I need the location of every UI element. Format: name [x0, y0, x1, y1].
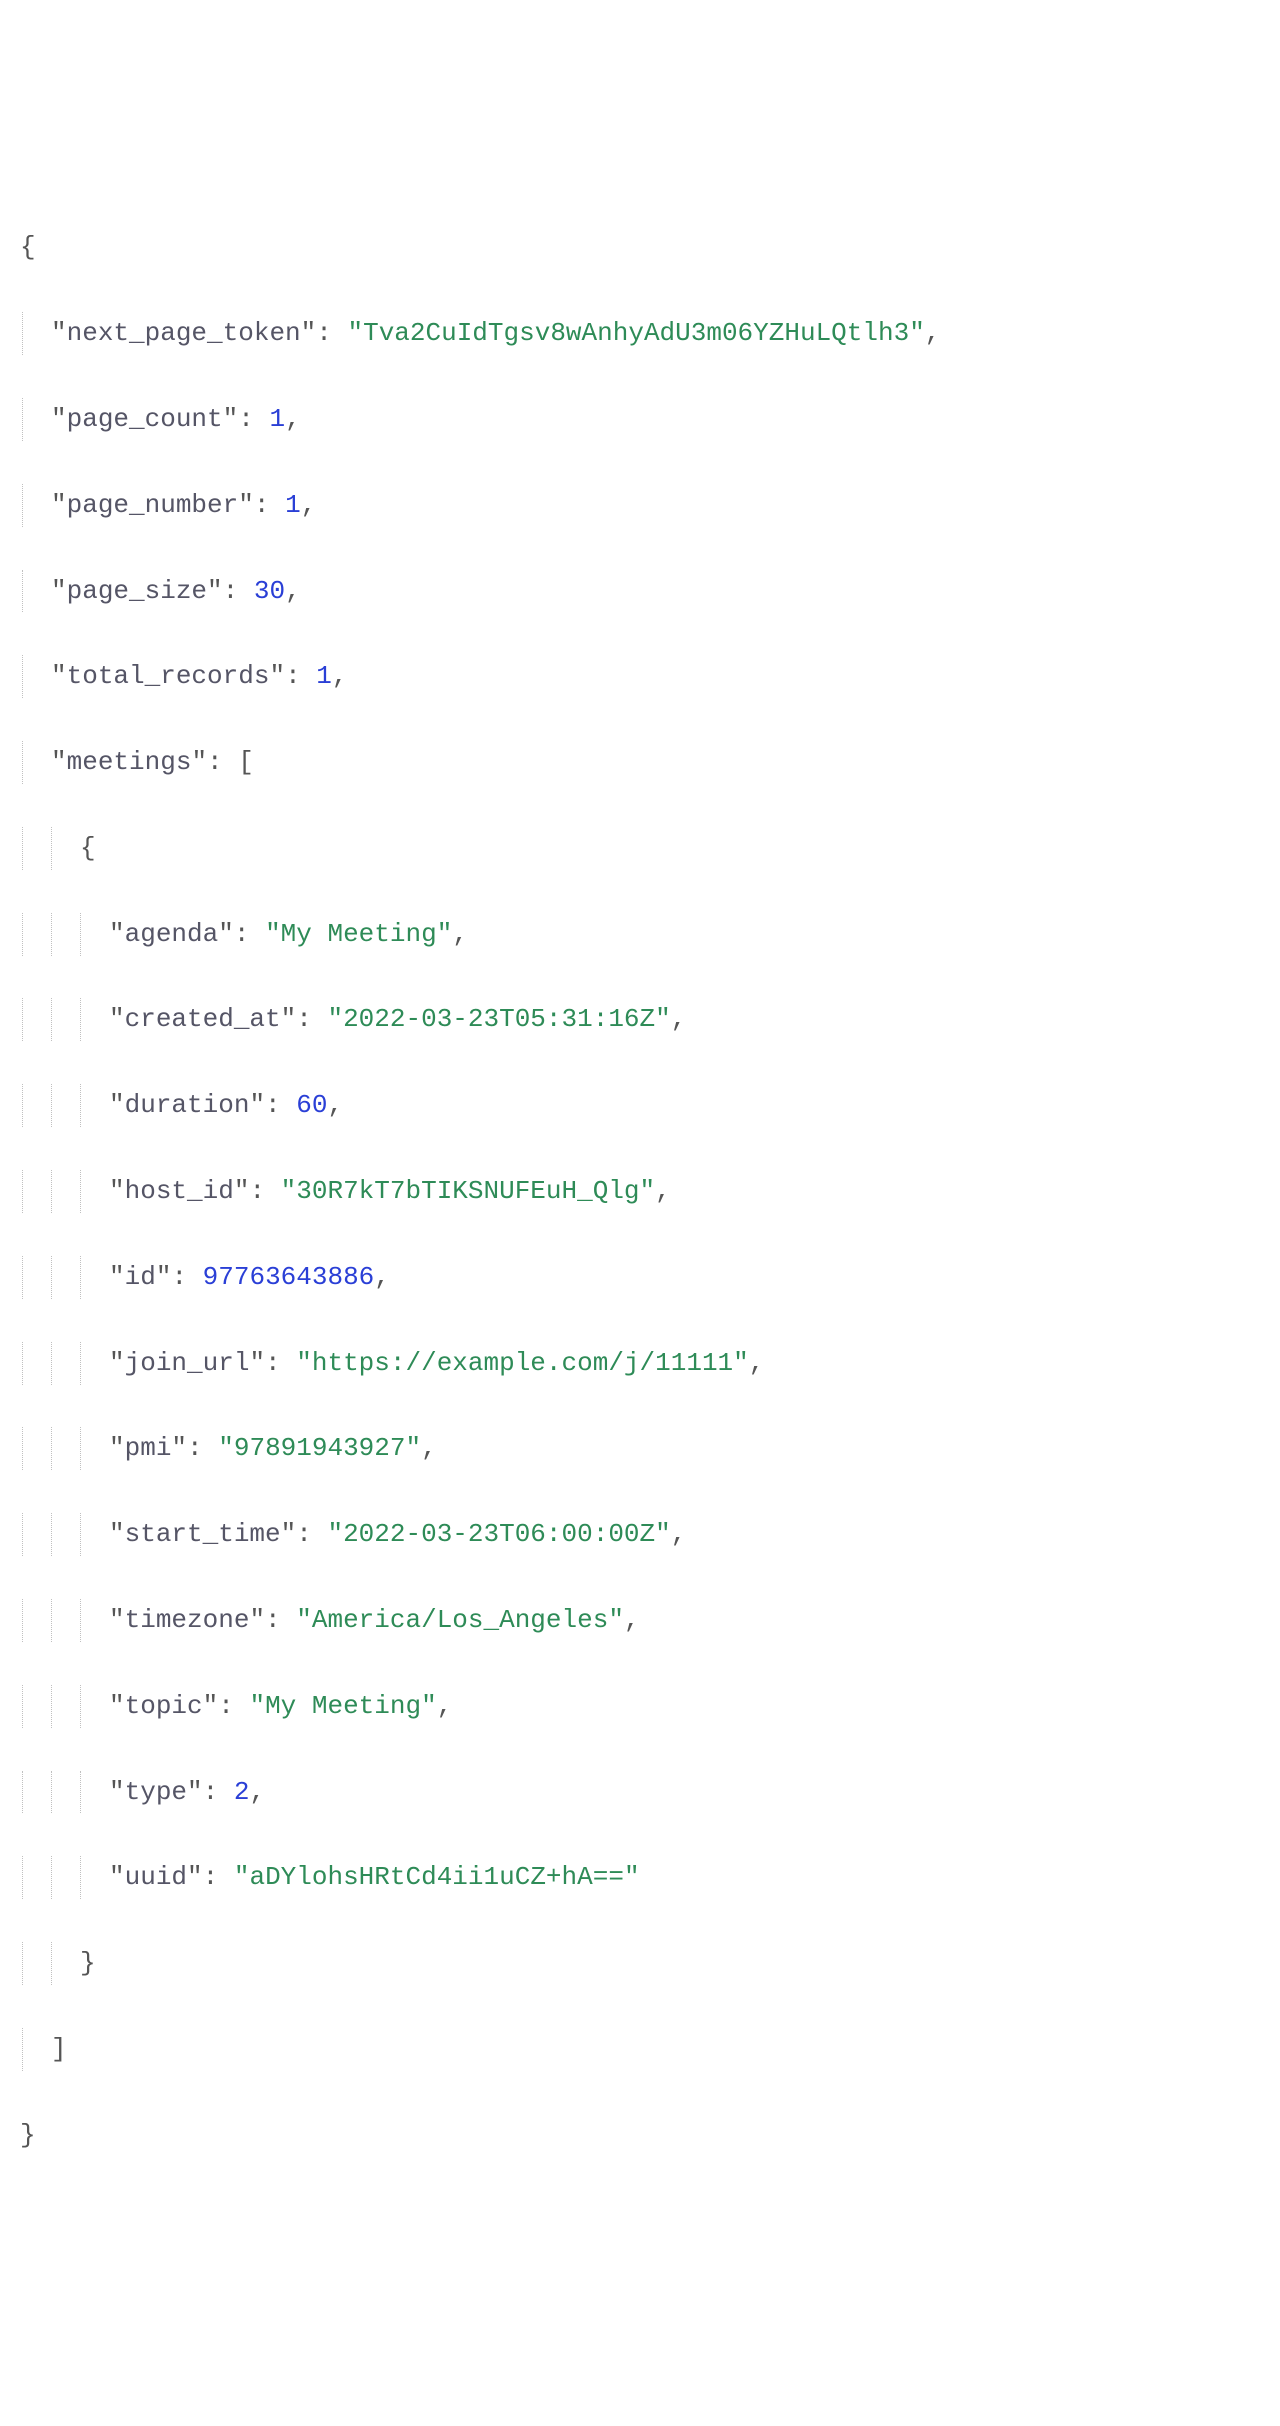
line-meetings-close: ] [20, 2028, 1260, 2071]
line-duration: "duration": 60, [20, 1084, 1260, 1127]
line-meeting-open: { [20, 827, 1260, 870]
json-code-block: { "next_page_token": "Tva2CuIdTgsv8wAnhy… [20, 184, 1260, 2200]
value-page-count: 1 [269, 404, 285, 434]
value-uuid: aDYlohsHRtCd4ii1uCZ+hA== [249, 1862, 623, 1892]
line-timezone: "timezone": "America/Los_Angeles", [20, 1599, 1260, 1642]
open-brace: { [20, 232, 36, 262]
value-host-id: 30R7kT7bTIKSNUFEuH_Qlg [296, 1176, 639, 1206]
line-total-records: "total_records": 1, [20, 655, 1260, 698]
value-created-at: 2022-03-23T05:31:16Z [343, 1004, 655, 1034]
value-id: 97763643886 [203, 1262, 375, 1292]
close-brace: } [20, 2120, 36, 2150]
line-meetings-key: "meetings": [ [20, 741, 1260, 784]
value-page-number: 1 [285, 490, 301, 520]
line-topic: "topic": "My Meeting", [20, 1685, 1260, 1728]
line-uuid: "uuid": "aDYlohsHRtCd4ii1uCZ+hA==" [20, 1856, 1260, 1899]
line-page-count: "page_count": 1, [20, 398, 1260, 441]
line-id: "id": 97763643886, [20, 1256, 1260, 1299]
value-next-page-token: Tva2CuIdTgsv8wAnhyAdU3m06YZHuLQtlh3 [363, 318, 909, 348]
line-close-root: } [20, 2114, 1260, 2157]
value-topic: My Meeting [265, 1691, 421, 1721]
line-host-id: "host_id": "30R7kT7bTIKSNUFEuH_Qlg", [20, 1170, 1260, 1213]
value-join-url: https://example.com/j/11111 [312, 1348, 733, 1378]
line-open-root: { [20, 226, 1260, 269]
line-next-page-token: "next_page_token": "Tva2CuIdTgsv8wAnhyAd… [20, 312, 1260, 355]
line-meeting-close: } [20, 1942, 1260, 1985]
line-start-time: "start_time": "2022-03-23T06:00:00Z", [20, 1513, 1260, 1556]
line-page-number: "page_number": 1, [20, 484, 1260, 527]
line-pmi: "pmi": "97891943927", [20, 1427, 1260, 1470]
value-duration: 60 [296, 1090, 327, 1120]
line-created-at: "created_at": "2022-03-23T05:31:16Z", [20, 998, 1260, 1041]
value-type: 2 [234, 1777, 250, 1807]
line-join-url: "join_url": "https://example.com/j/11111… [20, 1342, 1260, 1385]
line-page-size: "page_size": 30, [20, 570, 1260, 613]
line-agenda: "agenda": "My Meeting", [20, 913, 1260, 956]
value-pmi: 97891943927 [234, 1433, 406, 1463]
line-type: "type": 2, [20, 1771, 1260, 1814]
value-total-records: 1 [316, 661, 332, 691]
value-page-size: 30 [254, 576, 285, 606]
value-start-time: 2022-03-23T06:00:00Z [343, 1519, 655, 1549]
value-agenda: My Meeting [281, 919, 437, 949]
value-timezone: America/Los_Angeles [312, 1605, 608, 1635]
